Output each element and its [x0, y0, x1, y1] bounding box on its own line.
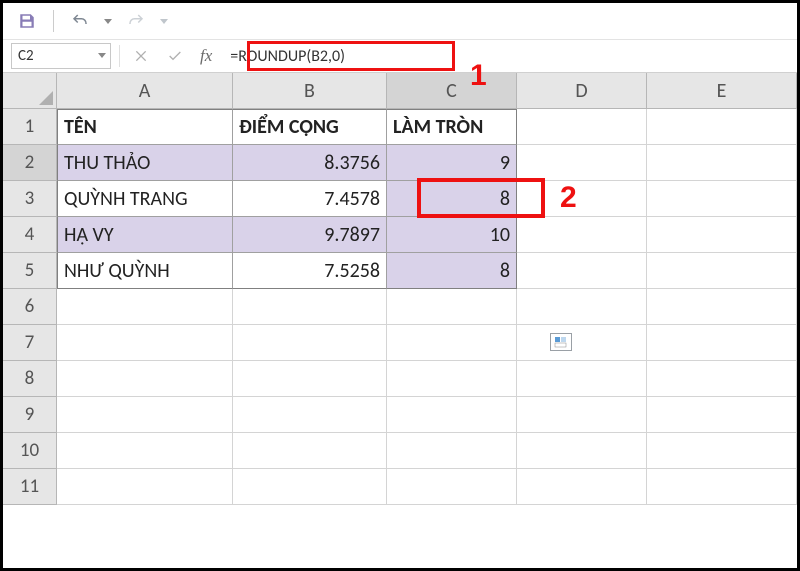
- cell-C9[interactable]: [387, 397, 517, 433]
- column-header-B[interactable]: B: [233, 73, 387, 109]
- cell-A3[interactable]: QUỲNH TRANG: [57, 181, 233, 217]
- formula-input[interactable]: [224, 43, 791, 69]
- autofill-options-button[interactable]: [550, 333, 572, 351]
- cell-C6[interactable]: [387, 289, 517, 325]
- cell-D8[interactable]: [517, 361, 647, 397]
- enter-button[interactable]: [162, 43, 188, 69]
- cancel-button[interactable]: [128, 43, 154, 69]
- cell-C10[interactable]: [387, 433, 517, 469]
- cell-C7[interactable]: [387, 325, 517, 361]
- cell-D5[interactable]: [517, 253, 647, 289]
- redo-button[interactable]: [122, 7, 150, 35]
- cell-C3[interactable]: 8: [387, 181, 517, 217]
- chevron-down-icon[interactable]: [160, 19, 168, 24]
- cell-E8[interactable]: [647, 361, 797, 397]
- cell-A4[interactable]: HẠ VY: [57, 217, 233, 253]
- cell-D2[interactable]: [517, 145, 647, 181]
- cell-A6[interactable]: [57, 289, 233, 325]
- row-header-5[interactable]: 5: [3, 253, 57, 289]
- cell-C5[interactable]: 8: [387, 253, 517, 289]
- cell-B8[interactable]: [233, 361, 387, 397]
- undo-icon: [71, 12, 89, 30]
- cell-C8[interactable]: [387, 361, 517, 397]
- cell-D4[interactable]: [517, 217, 647, 253]
- spreadsheet-grid[interactable]: A B C D E 1 TÊN ĐIỂM CỘNG LÀM TRÒN 2 THU…: [3, 73, 797, 505]
- row-header-11[interactable]: 11: [3, 469, 57, 505]
- row-header-10[interactable]: 10: [3, 433, 57, 469]
- cell-E9[interactable]: [647, 397, 797, 433]
- row-header-7[interactable]: 7: [3, 325, 57, 361]
- cell-E6[interactable]: [647, 289, 797, 325]
- cell-E11[interactable]: [647, 469, 797, 505]
- cell-E4[interactable]: [647, 217, 797, 253]
- cell-B4[interactable]: 9.7897: [233, 217, 387, 253]
- row-header-4[interactable]: 4: [3, 217, 57, 253]
- cell-C4[interactable]: 10: [387, 217, 517, 253]
- cell-A8[interactable]: [57, 361, 233, 397]
- cell-B3[interactable]: 7.4578: [233, 181, 387, 217]
- cell-C2[interactable]: 9: [387, 145, 517, 181]
- select-all-corner[interactable]: [3, 73, 57, 109]
- cell-B10[interactable]: [233, 433, 387, 469]
- cell-E1[interactable]: [647, 109, 797, 145]
- save-icon: [18, 12, 36, 30]
- cell-B6[interactable]: [233, 289, 387, 325]
- separator: [53, 10, 54, 32]
- column-header-C[interactable]: C: [387, 73, 517, 109]
- chevron-down-icon[interactable]: [104, 19, 112, 24]
- name-box[interactable]: C2: [11, 43, 111, 69]
- cell-A7[interactable]: [57, 325, 233, 361]
- cell-E5[interactable]: [647, 253, 797, 289]
- cell-B1[interactable]: ĐIỂM CỘNG: [233, 109, 387, 145]
- cell-C11[interactable]: [387, 469, 517, 505]
- column-header-A[interactable]: A: [57, 73, 233, 109]
- cell-A1[interactable]: TÊN: [57, 109, 233, 145]
- separator: [119, 45, 120, 67]
- cell-D10[interactable]: [517, 433, 647, 469]
- row-header-3[interactable]: 3: [3, 181, 57, 217]
- cell-E3[interactable]: [647, 181, 797, 217]
- cell-A10[interactable]: [57, 433, 233, 469]
- cell-B11[interactable]: [233, 469, 387, 505]
- cell-A11[interactable]: [57, 469, 233, 505]
- cell-B7[interactable]: [233, 325, 387, 361]
- cell-D6[interactable]: [517, 289, 647, 325]
- cell-D11[interactable]: [517, 469, 647, 505]
- cell-B2[interactable]: 8.3756: [233, 145, 387, 181]
- cell-C1[interactable]: LÀM TRÒN: [387, 109, 517, 145]
- x-icon: [133, 48, 149, 64]
- cell-E10[interactable]: [647, 433, 797, 469]
- redo-icon: [127, 12, 145, 30]
- cell-B9[interactable]: [233, 397, 387, 433]
- row-header-1[interactable]: 1: [3, 109, 57, 145]
- cell-D7[interactable]: [517, 325, 647, 361]
- row-header-9[interactable]: 9: [3, 397, 57, 433]
- name-box-value: C2: [18, 47, 34, 65]
- column-header-E[interactable]: E: [647, 73, 797, 109]
- cell-D1[interactable]: [517, 109, 647, 145]
- formula-bar: C2 fx: [3, 39, 797, 73]
- check-icon: [167, 48, 183, 64]
- cell-B5[interactable]: 7.5258: [233, 253, 387, 289]
- cell-D3[interactable]: [517, 181, 647, 217]
- row-header-2[interactable]: 2: [3, 145, 57, 181]
- cell-D9[interactable]: [517, 397, 647, 433]
- cell-A9[interactable]: [57, 397, 233, 433]
- quick-access-toolbar: [3, 3, 797, 39]
- cell-A2[interactable]: THU THẢO: [57, 145, 233, 181]
- save-button[interactable]: [13, 7, 41, 35]
- fx-button[interactable]: fx: [196, 46, 216, 66]
- cell-E2[interactable]: [647, 145, 797, 181]
- row-header-6[interactable]: 6: [3, 289, 57, 325]
- cell-E7[interactable]: [647, 325, 797, 361]
- cell-A5[interactable]: NHƯ QUỲNH: [57, 253, 233, 289]
- column-header-D[interactable]: D: [517, 73, 647, 109]
- chevron-down-icon[interactable]: [98, 53, 106, 58]
- undo-button[interactable]: [66, 7, 94, 35]
- autofill-icon: [554, 336, 568, 348]
- row-header-8[interactable]: 8: [3, 361, 57, 397]
